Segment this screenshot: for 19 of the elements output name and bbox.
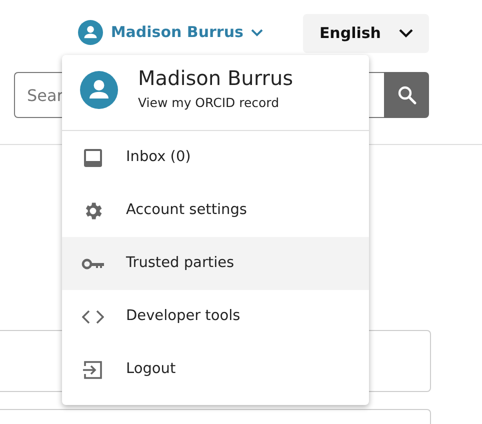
avatar-icon [78,20,103,45]
caret-icon [399,29,413,38]
caret-icon [251,28,264,36]
orcid-record-link[interactable]: View my ORCID record [138,95,280,110]
search-icon [396,85,416,105]
menu-item[interactable]: Logout [62,343,369,396]
logout-icon [83,360,103,380]
search-button[interactable] [384,72,429,118]
menu-item[interactable]: Trusted parties [62,237,369,290]
user-menu-button[interactable]: Madison Burrus [78,20,264,45]
avatar-icon [80,71,118,109]
key-icon [81,258,105,270]
user-name: Madison Burrus [138,66,294,90]
inbox-icon [83,148,103,168]
menu-item[interactable]: Account settings [62,184,369,237]
language-select[interactable]: English [303,14,429,53]
menu-item[interactable]: Inbox (0) [62,131,369,184]
code-icon [82,310,104,324]
menu-item[interactable]: Developer tools [62,290,369,343]
